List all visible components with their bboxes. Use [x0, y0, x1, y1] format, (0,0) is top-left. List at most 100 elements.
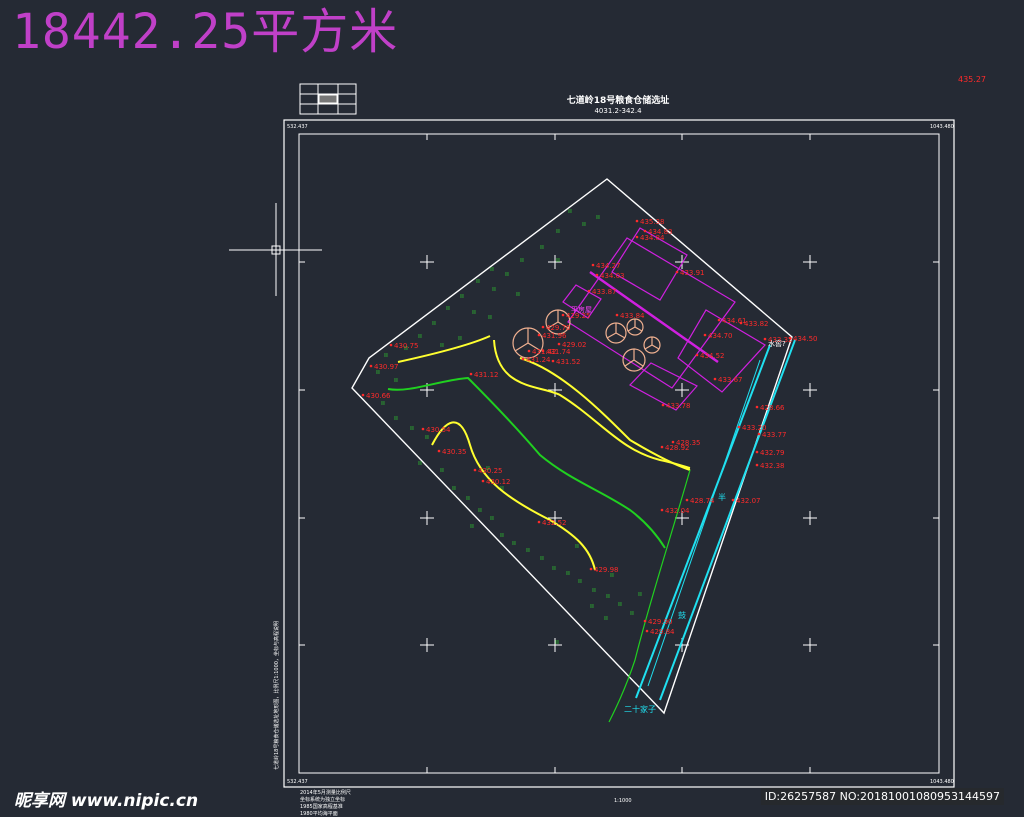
elevation-value: 428.74: [690, 497, 715, 505]
grass-symbol: ıı: [394, 376, 398, 384]
road-center: [647, 359, 761, 687]
elevation-point: 432.04: [660, 507, 690, 515]
elevation-dot: [421, 427, 425, 431]
grass-symbol: ıı: [566, 569, 570, 577]
elevation-point: 434.03: [595, 272, 625, 280]
grass-symbol: ıı: [505, 270, 509, 278]
grass-symbol: ıı: [575, 542, 579, 550]
elevation-point: 434.52: [695, 352, 725, 360]
elevation-point: 430.25: [473, 467, 503, 475]
elevation-value: 432.52: [542, 519, 567, 527]
grass-symbol: ıı: [556, 227, 560, 235]
grass-symbol: ıı: [418, 332, 422, 340]
grass-symbol: ıı: [590, 602, 594, 610]
elevation-value: 433.91: [680, 269, 705, 277]
elevation-point: 434.50: [788, 335, 818, 343]
grass-symbol: ıı: [381, 399, 385, 407]
elevation-value: 432.07: [736, 497, 761, 505]
grass-symbol: ıı: [516, 290, 520, 298]
elevation-dot: [645, 629, 649, 633]
grass-symbol: ıı: [618, 600, 622, 608]
road-lines[interactable]: [635, 339, 796, 701]
grass-symbol: ıı: [410, 424, 414, 432]
sheet-subtitle: 4031.2-342.4: [594, 107, 642, 115]
grass-symbol: ıı: [512, 539, 516, 547]
elevation-dot: [763, 337, 767, 341]
grass-symbol: ıı: [555, 638, 559, 646]
elevation-value: 433.87: [592, 288, 617, 296]
grass-symbol: ıı: [492, 285, 496, 293]
elevation-dot: [713, 377, 717, 381]
elevation-point: 431.96: [537, 332, 567, 340]
grass-symbol: ıı: [604, 614, 608, 622]
elevation-value: 434.61: [722, 317, 747, 325]
elevation-dot: [717, 318, 721, 322]
elevation-value: 433.67: [718, 376, 743, 384]
sheet-note-2: 坐标系统为独立坐标: [300, 796, 345, 803]
elevation-value: 429.70: [546, 324, 571, 332]
elevation-dot: [675, 270, 679, 274]
elevation-dot: [757, 432, 761, 436]
grid-cross: [420, 255, 434, 269]
grass-symbol: ıı: [638, 590, 642, 598]
elevation-value: 434.27: [596, 262, 621, 270]
grass-symbol: ıı: [394, 414, 398, 422]
elevation-value: 431.12: [474, 371, 499, 379]
grass-symbol: ıı: [440, 466, 444, 474]
elevation-point: 432.38: [755, 462, 785, 470]
grass-symbol: ıı: [630, 609, 634, 617]
elevation-dot: [557, 342, 561, 346]
elevation-point: 435.38: [635, 218, 665, 226]
label-road-2: 鼓: [678, 610, 686, 620]
outer-frame: [283, 119, 955, 788]
elevation-point: 430.54: [421, 426, 451, 434]
cad-cursor[interactable]: [229, 203, 322, 296]
elevation-point: 433.82: [739, 320, 769, 328]
grass-symbol: ıı: [384, 351, 388, 359]
grass-symbol: ıı: [596, 213, 600, 221]
elevation-dot: [755, 405, 759, 409]
elevation-point: 434.61: [717, 317, 747, 325]
road-edge-left: [635, 344, 771, 699]
elevation-value: 433.82: [744, 320, 769, 328]
elevation-point: 430.97: [369, 363, 399, 371]
grass-symbol: ıı: [568, 207, 572, 215]
elevation-value: 428.35: [676, 439, 701, 447]
elevation-value: 430.54: [426, 426, 451, 434]
elevation-value: 429.90: [648, 618, 673, 626]
elevation-dot: [561, 313, 565, 317]
elevation-value: 430.66: [366, 392, 391, 400]
grid-cross: [803, 255, 817, 269]
elevation-dot: [635, 235, 639, 239]
elevation-point: 431.24: [521, 356, 551, 364]
corner-label-tl: 532.437: [287, 124, 308, 130]
grass-symbol: ıı: [606, 592, 610, 600]
elevation-value: 434.50: [793, 335, 818, 343]
elevation-dot: [537, 333, 541, 337]
elevation-dot: [671, 440, 675, 444]
elevation-point: 428.66: [755, 404, 785, 412]
grass-symbol: ıı: [488, 313, 492, 321]
elevation-value: 430.12: [486, 478, 511, 486]
grass-symbol: ıı: [458, 334, 462, 342]
elevation-dot: [660, 508, 664, 512]
elevation-point: 433.78: [661, 402, 691, 410]
grass-symbol: ıı: [452, 484, 456, 492]
tree-4: [626, 318, 644, 336]
corner-elevation-label: 435.27: [958, 75, 986, 84]
elevation-value: 434.83: [648, 228, 673, 236]
watermark-site: 昵享网 www.nipic.cn: [14, 791, 199, 811]
grid-cross: [803, 638, 817, 652]
parcel-boundary[interactable]: [351, 178, 793, 715]
elevation-value: 432.79: [760, 449, 785, 457]
grass-symbol: ıı: [440, 341, 444, 349]
grass-symbol: ıı: [476, 277, 480, 285]
cad-drawing[interactable]: 435.27 七道岭18号粮食仓储选址 4031.2-342.4 532.437…: [0, 0, 1024, 817]
elevation-point: 431.52: [551, 358, 581, 366]
grid-cross: [420, 511, 434, 525]
sheet-scale: 1:1000: [614, 798, 632, 804]
elevation-dot: [369, 364, 373, 368]
grid-cross: [675, 383, 689, 397]
elevation-dot: [635, 219, 639, 223]
elevation-dot: [739, 321, 743, 325]
